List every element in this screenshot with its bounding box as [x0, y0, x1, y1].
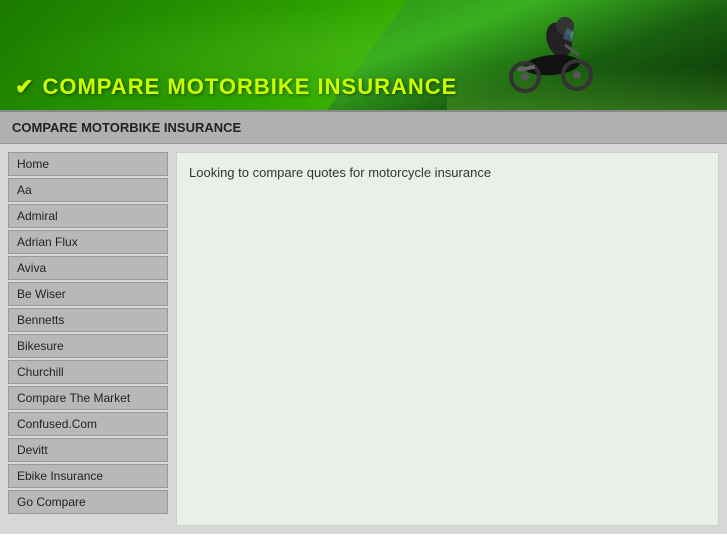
sidebar-item-devitt[interactable]: Devitt [8, 438, 168, 462]
sidebar-item-admiral[interactable]: Admiral [8, 204, 168, 228]
header-title-text: COMPARE MOTORBIKE INSURANCE [42, 74, 457, 100]
motorcycle-image [487, 10, 607, 95]
sidebar-item-confused-com[interactable]: Confused.Com [8, 412, 168, 436]
sidebar-item-aviva[interactable]: Aviva [8, 256, 168, 280]
sidebar-item-bennetts[interactable]: Bennetts [8, 308, 168, 332]
sidebar-item-be-wiser[interactable]: Be Wiser [8, 282, 168, 306]
page-title-text: COMPARE MOTORBIKE INSURANCE [12, 120, 241, 135]
sidebar-item-aa[interactable]: Aa [8, 178, 168, 202]
header-title: ✔ COMPARE MOTORBIKE INSURANCE [15, 74, 457, 100]
page-title-bar: COMPARE MOTORBIKE INSURANCE [0, 110, 727, 144]
header-banner: ✔ COMPARE MOTORBIKE INSURANCE [0, 0, 727, 110]
header-title-icon: ✔ [15, 74, 34, 100]
sidebar-item-compare-the-market[interactable]: Compare The Market [8, 386, 168, 410]
sidebar-item-adrian-flux[interactable]: Adrian Flux [8, 230, 168, 254]
sidebar-item-ebike-insurance[interactable]: Ebike Insurance [8, 464, 168, 488]
sidebar-item-go-compare[interactable]: Go Compare [8, 490, 168, 514]
sidebar-item-home[interactable]: Home [8, 152, 168, 176]
content-area: Looking to compare quotes for motorcycle… [176, 152, 719, 526]
sidebar-item-bikesure[interactable]: Bikesure [8, 334, 168, 358]
main-content: Home Aa Admiral Adrian Flux Aviva Be Wis… [0, 144, 727, 534]
sidebar-item-churchill[interactable]: Churchill [8, 360, 168, 384]
content-intro-text: Looking to compare quotes for motorcycle… [189, 165, 706, 180]
sidebar: Home Aa Admiral Adrian Flux Aviva Be Wis… [8, 152, 168, 526]
